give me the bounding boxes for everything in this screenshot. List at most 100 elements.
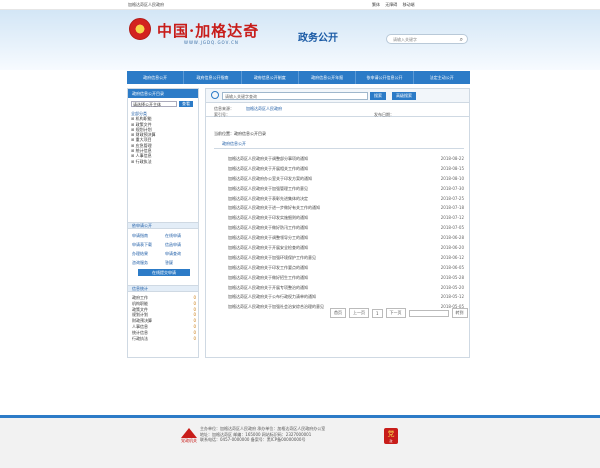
org-select[interactable]: 请选择公开主体 [131, 101, 177, 107]
list-item[interactable]: 加格达奇区人民政府关于印发工作要点的通知 2018-06-05 [228, 263, 464, 273]
apply-section-heading: 依申请公开 [128, 222, 198, 229]
site-title: 中国·加格达奇 [157, 22, 260, 40]
main-content: 请输入关键字查询 搜索 高级搜索 信息来源： 加格达奇区人民政府 索引号： 发布… [205, 88, 470, 358]
government-badge-icon[interactable]: 党 政 [384, 428, 398, 444]
list-item-title[interactable]: 加格达奇区人民政府关于调整领导分工的通知 [228, 233, 308, 243]
list-item-title[interactable]: 加格达奇区人民政府关于加强环境保护工作的意见 [228, 253, 316, 263]
list-item-date: 2018-05-12 [440, 294, 464, 300]
list-item[interactable]: 加格达奇区人民政府关于表彰先进集体的决定 2018-07-25 [228, 194, 464, 204]
list-item[interactable]: 加格达奇区人民政府关于做好招生工作的通知 2018-05-28 [228, 273, 464, 283]
national-emblem-icon [129, 18, 151, 40]
list-item[interactable]: 加格达奇区人民政府关于开展专项整治的通知 2018-05-20 [228, 283, 464, 293]
list-item-title[interactable]: 加格达奇区人民政府关于开展相关工作的通知 [228, 164, 308, 174]
meta-source-value: 加格达奇区人民政府 [246, 106, 282, 111]
list-item[interactable]: 加格达奇区人民政府关于公布行政权力清单的通知 2018-05-12 [228, 292, 464, 302]
list-item-title[interactable]: 加格达奇区人民政府关于做好防汛工作的通知 [228, 223, 308, 233]
list-group-title: 政府信息公开 [222, 141, 246, 146]
pager-go-button[interactable]: 转到 [451, 308, 468, 318]
list-item-date: 2018-06-05 [440, 264, 464, 270]
apply-link[interactable]: 申请查询 [165, 251, 196, 257]
traditional-chinese-link[interactable]: 繁体 [372, 2, 380, 7]
list-item-title[interactable]: 加格达奇区人民政府关于开展专项整治的通知 [228, 283, 308, 293]
nav-item-application[interactable]: 依申请公开信息公开 [356, 71, 414, 84]
nav-item-info-disclosure[interactable]: 政府信息公开 [127, 71, 185, 84]
nav-item-annual-report[interactable]: 政府信息公开年报 [299, 71, 357, 84]
list-item-title[interactable]: 加格达奇区人民政府关于开展安全检查的通知 [228, 243, 308, 253]
sidebar-heading: 政府信息公开目录 [128, 89, 198, 98]
list-item[interactable]: 加格达奇区人民政府关于开展相关工作的通知 2018-08-15 [228, 164, 464, 174]
list-item-date: 2018-07-18 [440, 205, 464, 211]
search-icon[interactable]: ⌕ [460, 36, 463, 44]
list-item[interactable]: 加格达奇区人民政府关于调整领导分工的通知 2018-06-28 [228, 233, 464, 243]
list-item-date: 2018-06-28 [440, 235, 464, 241]
pager-first[interactable]: 首页 [330, 308, 346, 318]
list-item-title[interactable]: 加格达奇区人民政府关于调整部分事项的通知 [228, 154, 308, 164]
list-item-date: 2018-07-05 [440, 225, 464, 231]
sidebar: 政府信息公开目录 请选择公开主体 查看 全部分类 ⊞ 机构职能 ⊞ 政策文件 ⊞… [127, 88, 199, 358]
red-triangle-icon [181, 428, 197, 438]
list-group-heading: 政府信息公开 [214, 141, 464, 149]
apply-link[interactable]: 答疑 [165, 260, 196, 266]
apply-link[interactable]: 申请表下载 [132, 242, 163, 248]
list-item-title[interactable]: 加格达奇区人民政府关于加强社会治安综合治理的意见 [228, 302, 324, 312]
list-item-title[interactable]: 加格达奇区人民政府关于加强管理工作的意见 [228, 184, 308, 194]
apply-link[interactable]: 咨询服务 [132, 260, 163, 266]
list-item-title[interactable]: 加格达奇区人民政府关于印发工作要点的通知 [228, 263, 308, 273]
list-item[interactable]: 加格达奇区人民政府关于进一步做好有关工作的通知 2018-07-18 [228, 203, 464, 213]
pager-next[interactable]: 下一页 [385, 308, 406, 318]
org-select-button[interactable]: 查看 [179, 101, 193, 107]
badge-text: 党 [387, 430, 395, 438]
advanced-search-button[interactable]: 高级搜索 [392, 92, 416, 100]
list-item-title[interactable]: 加格达奇区人民政府办公室关于印发方案的通知 [228, 174, 312, 184]
content-search-input[interactable]: 请输入关键字查询 [222, 92, 368, 100]
org-selector: 请选择公开主体 查看 [131, 101, 195, 107]
nav-item-statutory[interactable]: 法定主动公开 [414, 71, 470, 84]
list-item-title[interactable]: 加格达奇区人民政府关于印发实施细则的通知 [228, 213, 308, 223]
list-item-date: 2018-07-25 [440, 195, 464, 201]
list-item-date: 2018-07-12 [440, 215, 464, 221]
list-item[interactable]: 加格达奇区人民政府关于加强环境保护工作的意见 2018-06-12 [228, 253, 464, 263]
tree-item[interactable]: ⊞ 行政执法 [131, 159, 195, 164]
header-search-placeholder: 请输入关键字 [393, 37, 417, 42]
header-search-input[interactable]: 请输入关键字 ⌕ [386, 34, 468, 44]
list-item-title[interactable]: 加格达奇区人民政府关于进一步做好有关工作的通知 [228, 203, 320, 213]
breadcrumb: 当前位置：政府信息公开目录 [214, 131, 266, 136]
list-item-date: 2018-08-10 [440, 175, 464, 181]
mobile-link[interactable]: 移动端 [403, 2, 415, 7]
list-item[interactable]: 加格达奇区人民政府关于加强管理工作的意见 2018-07-30 [228, 184, 464, 194]
list-item-title[interactable]: 加格达奇区人民政府关于做好招生工作的通知 [228, 273, 308, 283]
top-site-link[interactable]: 加格达奇区人民政府 [128, 2, 164, 8]
list-item[interactable]: 加格达奇区人民政府关于调整部分事项的通知 2018-08-22 [228, 154, 464, 164]
pager-prev[interactable]: 上一页 [349, 308, 369, 318]
meta-date-label: 发布日期： [374, 112, 394, 117]
party-government-logo[interactable]: 党政机关 [181, 428, 197, 443]
top-utility-bar: 加格达奇区人民政府 繁体 无障碍 移动端 [0, 0, 600, 10]
apply-link[interactable]: 办理结果 [132, 251, 163, 257]
list-item[interactable]: 加格达奇区人民政府办公室关于印发方案的通知 2018-08-10 [228, 174, 464, 184]
search-button[interactable]: 搜索 [370, 92, 386, 100]
footer-text: 主办单位：加格达奇区人民政府 承办单位：加格达奇区人民政府办公室 地址：加格达奇… [200, 426, 390, 443]
list-item[interactable]: 加格达奇区人民政府关于印发实施细则的通知 2018-07-12 [228, 213, 464, 223]
apply-links: 申请指南 在线申请 申请表下载 信函申请 办理结果 申请查询 咨询服务 答疑 [132, 233, 196, 266]
list-item-date: 2018-08-15 [440, 165, 464, 171]
main-nav: 政府信息公开 政府信息公开指南 政府信息公开制度 政府信息公开年报 依申请公开信… [127, 71, 470, 84]
apply-link[interactable]: 申请指南 [132, 233, 163, 239]
list-item-title[interactable]: 加格达奇区人民政府关于公布行政权力清单的通知 [228, 292, 316, 302]
pager-page[interactable]: 1 [372, 308, 383, 318]
list-item-date: 2018-06-12 [440, 254, 464, 260]
list-item-date: 2018-08-22 [440, 156, 464, 161]
footer-line: 联系电话：0457-0000000 备案号：黑ICP备00000000号 [200, 437, 306, 442]
search-icon [211, 91, 219, 99]
pager-jump-input[interactable] [408, 309, 449, 317]
nav-item-guide[interactable]: 政府信息公开指南 [184, 71, 242, 84]
list-item[interactable]: 加格达奇区人民政府关于开展安全检查的通知 2018-06-20 [228, 243, 464, 253]
stats-row[interactable]: 行政执法 0 [132, 336, 196, 342]
list-item-title[interactable]: 加格达奇区人民政府关于表彰先进集体的决定 [228, 194, 308, 204]
apply-link[interactable]: 在线申请 [165, 233, 196, 239]
list-item[interactable]: 加格达奇区人民政府关于做好防汛工作的通知 2018-07-05 [228, 223, 464, 233]
online-apply-button[interactable]: 在线提交申请 [138, 269, 190, 276]
document-meta: 信息来源： 加格达奇区人民政府 索引号： 发布日期： [206, 105, 469, 117]
apply-link[interactable]: 信函申请 [165, 242, 196, 248]
accessibility-link[interactable]: 无障碍 [385, 2, 397, 7]
nav-item-system[interactable]: 政府信息公开制度 [242, 71, 299, 84]
